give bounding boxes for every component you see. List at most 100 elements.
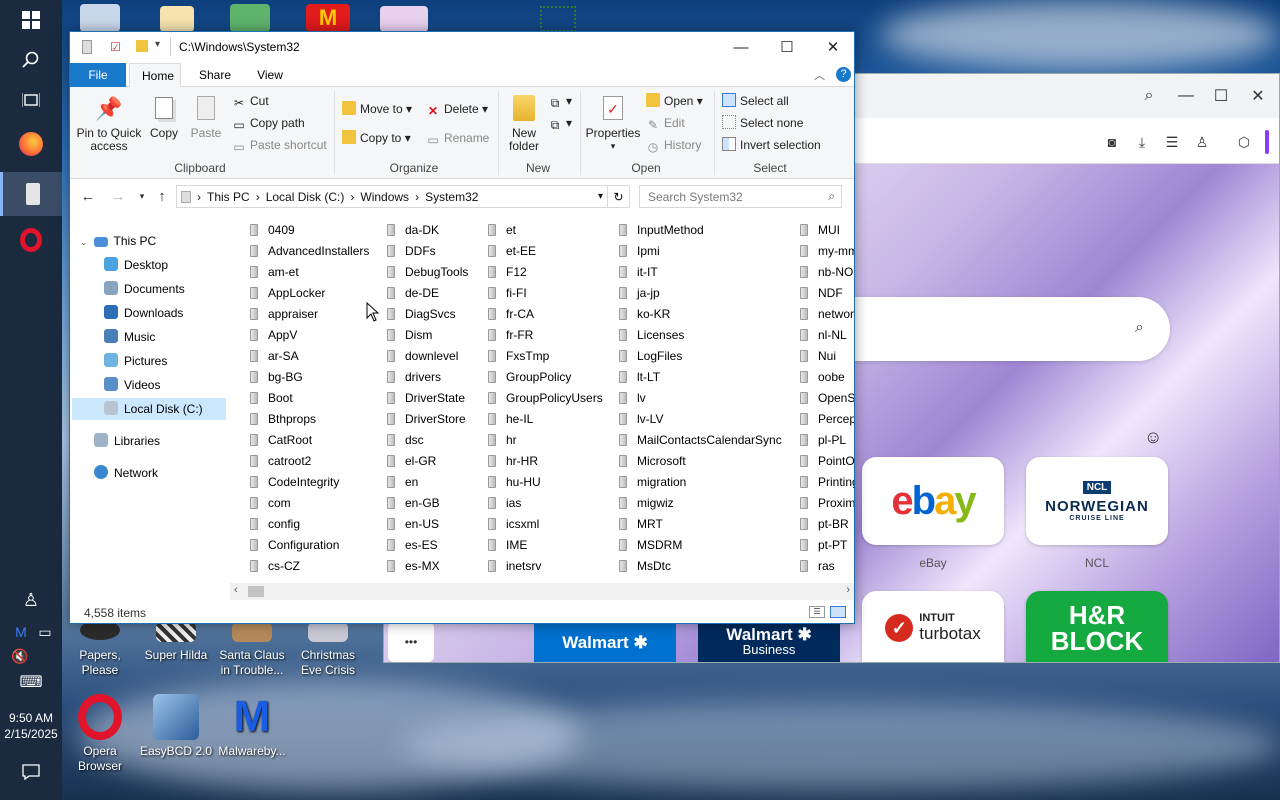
folder-item[interactable]: config <box>250 514 369 535</box>
copy-to-button[interactable]: Copy to ▾ <box>342 130 411 146</box>
folder-item[interactable]: lv <box>619 388 782 409</box>
folder-item[interactable]: fr-CA <box>488 304 603 325</box>
desktop-app-icon[interactable] <box>380 6 428 32</box>
up-arrow-icon[interactable]: ↑ <box>152 186 172 206</box>
account-icon[interactable]: ♙ <box>1188 128 1216 156</box>
speed-dial-ebay[interactable]: ebay <box>862 457 1004 545</box>
folder-item[interactable]: dsc <box>387 430 468 451</box>
smiley-icon[interactable]: ☺ <box>1144 427 1162 448</box>
nav-pictures[interactable]: Pictures <box>104 350 167 372</box>
folder-item[interactable]: he-IL <box>488 409 603 430</box>
folder-item[interactable]: icsxml <box>488 514 603 535</box>
task-view-icon[interactable] <box>0 80 62 120</box>
qr-app-icon[interactable] <box>540 6 576 32</box>
tab-file[interactable]: File <box>70 63 126 87</box>
horizontal-scrollbar[interactable]: ‹ › <box>230 583 854 600</box>
scroll-right-icon[interactable]: › <box>846 584 850 596</box>
windows-start-icon[interactable] <box>0 0 62 40</box>
file-explorer-icon[interactable] <box>0 172 62 216</box>
folder-item[interactable]: InputMethod <box>619 220 782 241</box>
folder-item[interactable]: ias <box>488 493 603 514</box>
folder-item[interactable]: lt-LT <box>619 367 782 388</box>
folder-item[interactable]: Bthprops <box>250 409 369 430</box>
folder-item[interactable]: FxsTmp <box>488 346 603 367</box>
folder-item[interactable]: NDF <box>800 283 854 304</box>
folder-item[interactable]: pt-PT <box>800 535 854 556</box>
mcdonalds-game-icon[interactable]: M <box>306 4 350 32</box>
nav-local-disk[interactable]: Local Disk (C:) <box>72 398 226 420</box>
desktop-icon-santa-claus[interactable]: Santa Claus in Trouble... <box>214 622 290 678</box>
folder-item[interactable]: fi-FI <box>488 283 603 304</box>
ad-walmart[interactable]: Walmart ✱ <box>534 622 676 662</box>
folder-item[interactable]: Configuration <box>250 535 369 556</box>
folder-item[interactable]: nb-NO <box>800 262 854 283</box>
folder-item[interactable]: MailContactsCalendarSync <box>619 430 782 451</box>
folder-item[interactable]: Boot <box>250 388 369 409</box>
folder-item[interactable]: inetsrv <box>488 556 603 577</box>
search-tabs-icon[interactable]: ⌕ <box>1135 82 1163 110</box>
folder-item[interactable]: CodeIntegrity <box>250 472 369 493</box>
select-none-button[interactable]: Select none <box>722 115 803 131</box>
folder-item[interactable]: ja-jp <box>619 283 782 304</box>
folder-item[interactable]: AppLocker <box>250 283 369 304</box>
folder-item[interactable]: es-MX <box>387 556 468 577</box>
new-item-button[interactable]: ⧉ ▾ <box>548 93 572 110</box>
folder-item[interactable]: el-GR <box>387 451 468 472</box>
keyboard-icon[interactable]: ⌨ <box>0 662 62 702</box>
paste-shortcut-button[interactable]: ▭ Paste shortcut <box>232 137 326 154</box>
ad-walmart-business[interactable]: Walmart ✱ Business <box>698 622 840 662</box>
folder-item[interactable]: GroupPolicy <box>488 367 603 388</box>
folder-item[interactable]: it-IT <box>619 262 782 283</box>
folder-item[interactable]: de-DE <box>387 283 468 304</box>
firefox-icon[interactable] <box>0 124 62 164</box>
folder-item[interactable]: hr-HR <box>488 451 603 472</box>
folder-item[interactable]: downlevel <box>387 346 468 367</box>
folder-item[interactable]: Proximi <box>800 493 854 514</box>
folder-item[interactable]: pl-PL <box>800 430 854 451</box>
address-bar[interactable]: › This PC › Local Disk (C:) › Windows › … <box>176 185 608 208</box>
copy-path-button[interactable]: ▭ Copy path <box>232 115 304 132</box>
taskbar-clock[interactable]: 9:50 AM 2/15/2025 <box>0 710 62 742</box>
desktop-app-icon[interactable] <box>160 6 194 32</box>
folder-item[interactable]: AppV <box>250 325 369 346</box>
breadcrumb-system32[interactable]: System32 <box>425 190 478 204</box>
folder-item[interactable]: network <box>800 304 854 325</box>
folder-item[interactable]: en <box>387 472 468 493</box>
recent-locations-icon[interactable]: ▾ <box>132 186 152 206</box>
breadcrumb-windows[interactable]: Windows <box>360 190 409 204</box>
folder-item[interactable]: IME <box>488 535 603 556</box>
speed-dial-hr-block[interactable]: H&R BLOCK <box>1026 591 1168 662</box>
folder-item[interactable]: Percept <box>800 409 854 430</box>
cut-button[interactable]: ✂ Cut <box>232 93 269 110</box>
folder-item[interactable]: en-GB <box>387 493 468 514</box>
folder-item[interactable]: et <box>488 220 603 241</box>
desktop-icon-super-hilda[interactable]: Super Hilda <box>138 622 214 663</box>
folder-item[interactable]: lv-LV <box>619 409 782 430</box>
maximize-icon[interactable]: ☐ <box>1207 82 1235 110</box>
properties-button[interactable]: ✓ Properties ▾ <box>584 91 642 153</box>
edit-button[interactable]: ✎ Edit <box>646 115 685 132</box>
more-sites-button[interactable]: ••• <box>388 622 434 662</box>
folder-item[interactable]: com <box>250 493 369 514</box>
camera-icon[interactable]: ◙ <box>1098 128 1126 156</box>
nav-documents[interactable]: Documents <box>104 278 185 300</box>
desktop-icon-papers-please[interactable]: Papers, Please <box>62 620 138 678</box>
close-icon[interactable]: ✕ <box>810 32 856 62</box>
folder-item[interactable]: GroupPolicyUsers <box>488 388 603 409</box>
open-button[interactable]: Open ▾ <box>646 93 703 109</box>
select-all-button[interactable]: Select all <box>722 93 789 109</box>
scroll-left-icon[interactable]: ‹ <box>234 584 238 596</box>
tab-share[interactable]: Share <box>187 63 241 87</box>
folder-item[interactable]: migration <box>619 472 782 493</box>
desktop-icon-malwarebytes[interactable]: M Malwareby... <box>214 694 290 759</box>
folder-item[interactable]: F12 <box>488 262 603 283</box>
folder-item[interactable]: MUI <box>800 220 854 241</box>
easy-access-button[interactable]: ⧉ ▾ <box>548 115 572 132</box>
folder-item[interactable]: migwiz <box>619 493 782 514</box>
speed-dial-turbotax[interactable]: ✓ INTUIT turbotax <box>862 591 1004 662</box>
maximize-icon[interactable]: ☐ <box>764 32 810 62</box>
folder-item[interactable]: ar-SA <box>250 346 369 367</box>
folder-item[interactable]: AdvancedInstallers <box>250 241 369 262</box>
folder-item[interactable]: DiagSvcs <box>387 304 468 325</box>
folder-item[interactable]: fr-FR <box>488 325 603 346</box>
